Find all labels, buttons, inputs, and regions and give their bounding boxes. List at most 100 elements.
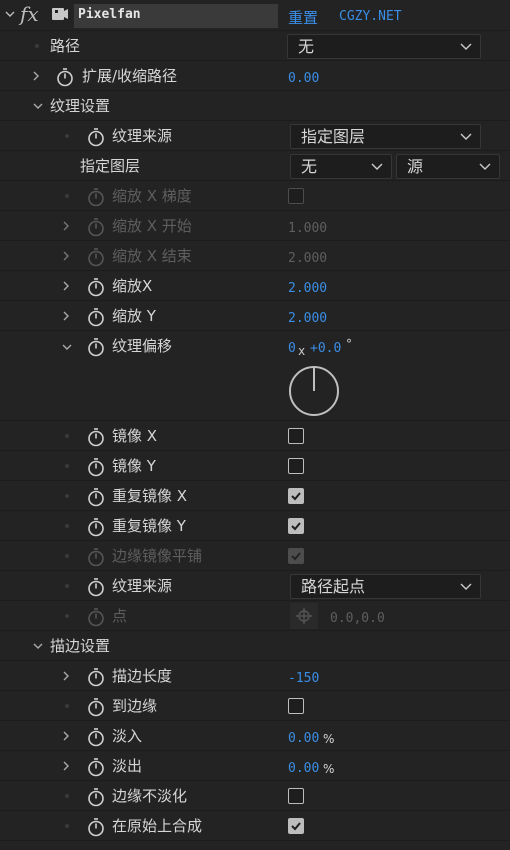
mirror-y-checkbox[interactable] (288, 458, 304, 474)
chevron-right-icon[interactable] (28, 67, 44, 85)
repeat-mirror-y-label: 重复镜像 Y (112, 517, 186, 535)
stopwatch-icon[interactable] (87, 427, 105, 447)
row-separator (0, 690, 510, 691)
chevron-down-icon[interactable] (61, 341, 73, 353)
texture-offset-x: x (298, 344, 306, 358)
texture-settings-label: 纹理设置 (50, 97, 111, 115)
layer-source-dropdown[interactable]: 源 (396, 154, 500, 179)
row-separator (0, 240, 510, 241)
repeat-mirror-y-checkbox[interactable] (288, 518, 304, 534)
effect-name-box[interactable]: Pixelfan (74, 4, 278, 28)
stopwatch-icon[interactable] (56, 67, 74, 87)
row-dot (65, 134, 69, 138)
expand-label: 扩展/收缩路径 (82, 67, 178, 85)
stopwatch-icon[interactable] (87, 787, 105, 807)
row-separator (0, 810, 510, 811)
row-edge-mirror-tile: 边缘镜像平铺 (0, 541, 510, 571)
crosshair-icon (296, 608, 312, 624)
row-texture-offset: 纹理偏移 0 x +0.0 ° (0, 331, 510, 421)
texture-source-dropdown[interactable]: 指定图层 (290, 124, 481, 149)
chevron-down-icon[interactable] (4, 8, 16, 20)
path-label: 路径 (50, 37, 81, 55)
stopwatch-icon[interactable] (87, 277, 105, 297)
effect-presets-icon[interactable] (50, 5, 70, 23)
row-separator (0, 600, 510, 601)
path-dropdown-value: 无 (298, 37, 315, 56)
mirror-x-checkbox[interactable] (288, 428, 304, 444)
row-separator (0, 660, 510, 661)
stopwatch-icon[interactable] (87, 487, 105, 507)
texture-offset-label: 纹理偏移 (112, 337, 173, 355)
scale-y-value[interactable]: 2.000 (288, 309, 327, 329)
row-separator (0, 90, 510, 91)
composite-on-original-label: 在原始上合成 (112, 817, 203, 835)
chevron-right-icon (63, 221, 69, 231)
effect-header: fx Pixelfan 重置 CGZY.NET (0, 0, 510, 30)
stopwatch-icon[interactable] (87, 817, 105, 837)
scale-x-start-value: 1.000 (288, 221, 328, 236)
stopwatch-icon[interactable] (87, 697, 105, 717)
stopwatch-icon[interactable] (87, 307, 105, 327)
texture-offset-revolutions[interactable]: 0 (288, 341, 296, 356)
row-separator (0, 630, 510, 631)
path-dropdown[interactable]: 无 (287, 34, 481, 59)
stopwatch-icon[interactable] (87, 757, 105, 777)
fade-out-value[interactable]: 0.00 (288, 759, 319, 779)
scale-x-value[interactable]: 2.000 (288, 279, 327, 299)
stopwatch-icon[interactable] (87, 457, 105, 477)
edge-no-fade-label: 边缘不淡化 (112, 787, 188, 805)
repeat-mirror-x-checkbox[interactable] (288, 488, 304, 504)
scale-x-gradient-checkbox (288, 188, 304, 204)
stopwatch-icon[interactable] (87, 517, 105, 537)
row-separator (0, 60, 510, 61)
chevron-right-icon[interactable] (58, 277, 74, 295)
row-dot (65, 584, 69, 588)
stroke-length-value[interactable]: -150 (288, 669, 319, 689)
chevron-right-icon[interactable] (58, 667, 74, 685)
row-scale-x: 缩放X 2.000 (0, 271, 510, 301)
chevron-down-icon (460, 43, 472, 50)
row-fade-out: 淡出 0.00 % (0, 751, 510, 781)
reset-link[interactable]: 重置 (288, 7, 318, 28)
edge-mirror-tile-label: 边缘镜像平铺 (112, 547, 203, 565)
to-edge-checkbox[interactable] (288, 698, 304, 714)
stopwatch-icon[interactable] (87, 577, 105, 597)
layer-source-value: 源 (407, 157, 424, 176)
chevron-right-icon[interactable] (58, 757, 74, 775)
stopwatch-icon[interactable] (87, 127, 105, 147)
checkmark-icon (291, 492, 301, 501)
row-scale-y: 缩放 Y 2.000 (0, 301, 510, 331)
layer-dropdown[interactable]: 无 (290, 154, 392, 179)
chevron-right-icon[interactable] (58, 307, 74, 325)
group-texture-settings[interactable]: 纹理设置 (0, 91, 510, 121)
group-stroke-settings[interactable]: 描边设置 (0, 631, 510, 661)
stopwatch-icon[interactable] (87, 667, 105, 687)
chevron-down-icon (460, 133, 472, 140)
row-separator (0, 780, 510, 781)
fx-icon[interactable]: fx (20, 2, 39, 26)
row-dot (35, 44, 39, 48)
stopwatch-icon[interactable] (87, 727, 105, 747)
chevron-right-icon[interactable] (58, 727, 74, 745)
stopwatch-icon[interactable] (87, 337, 105, 357)
fade-in-value[interactable]: 0.00 (288, 729, 319, 749)
angle-dial[interactable] (287, 364, 341, 418)
chevron-down-icon[interactable] (32, 100, 44, 112)
row-expand: 扩展/收缩路径 0.00 (0, 61, 510, 91)
row-separator (0, 180, 510, 181)
row-separator (0, 30, 510, 31)
texture-offset-degrees[interactable]: +0.0 (310, 341, 341, 356)
row-repeat-mirror-x: 重复镜像 X (0, 481, 510, 511)
edge-no-fade-checkbox[interactable] (288, 788, 304, 804)
expand-value[interactable]: 0.00 (288, 69, 319, 89)
chevron-down-icon[interactable] (32, 640, 44, 652)
row-mirror-y: 镜像 Y (0, 451, 510, 481)
point-value: 0.0,0.0 (330, 611, 385, 626)
checkmark-icon (291, 552, 301, 561)
composite-on-original-checkbox[interactable] (288, 818, 304, 834)
to-edge-label: 到边缘 (112, 697, 158, 715)
row-separator (0, 450, 510, 451)
texture-source-2-dropdown[interactable]: 路径起点 (290, 574, 481, 599)
row-scale-x-gradient: 缩放 X 梯度 (0, 181, 510, 211)
row-composite-on-original: 在原始上合成 (0, 811, 510, 841)
